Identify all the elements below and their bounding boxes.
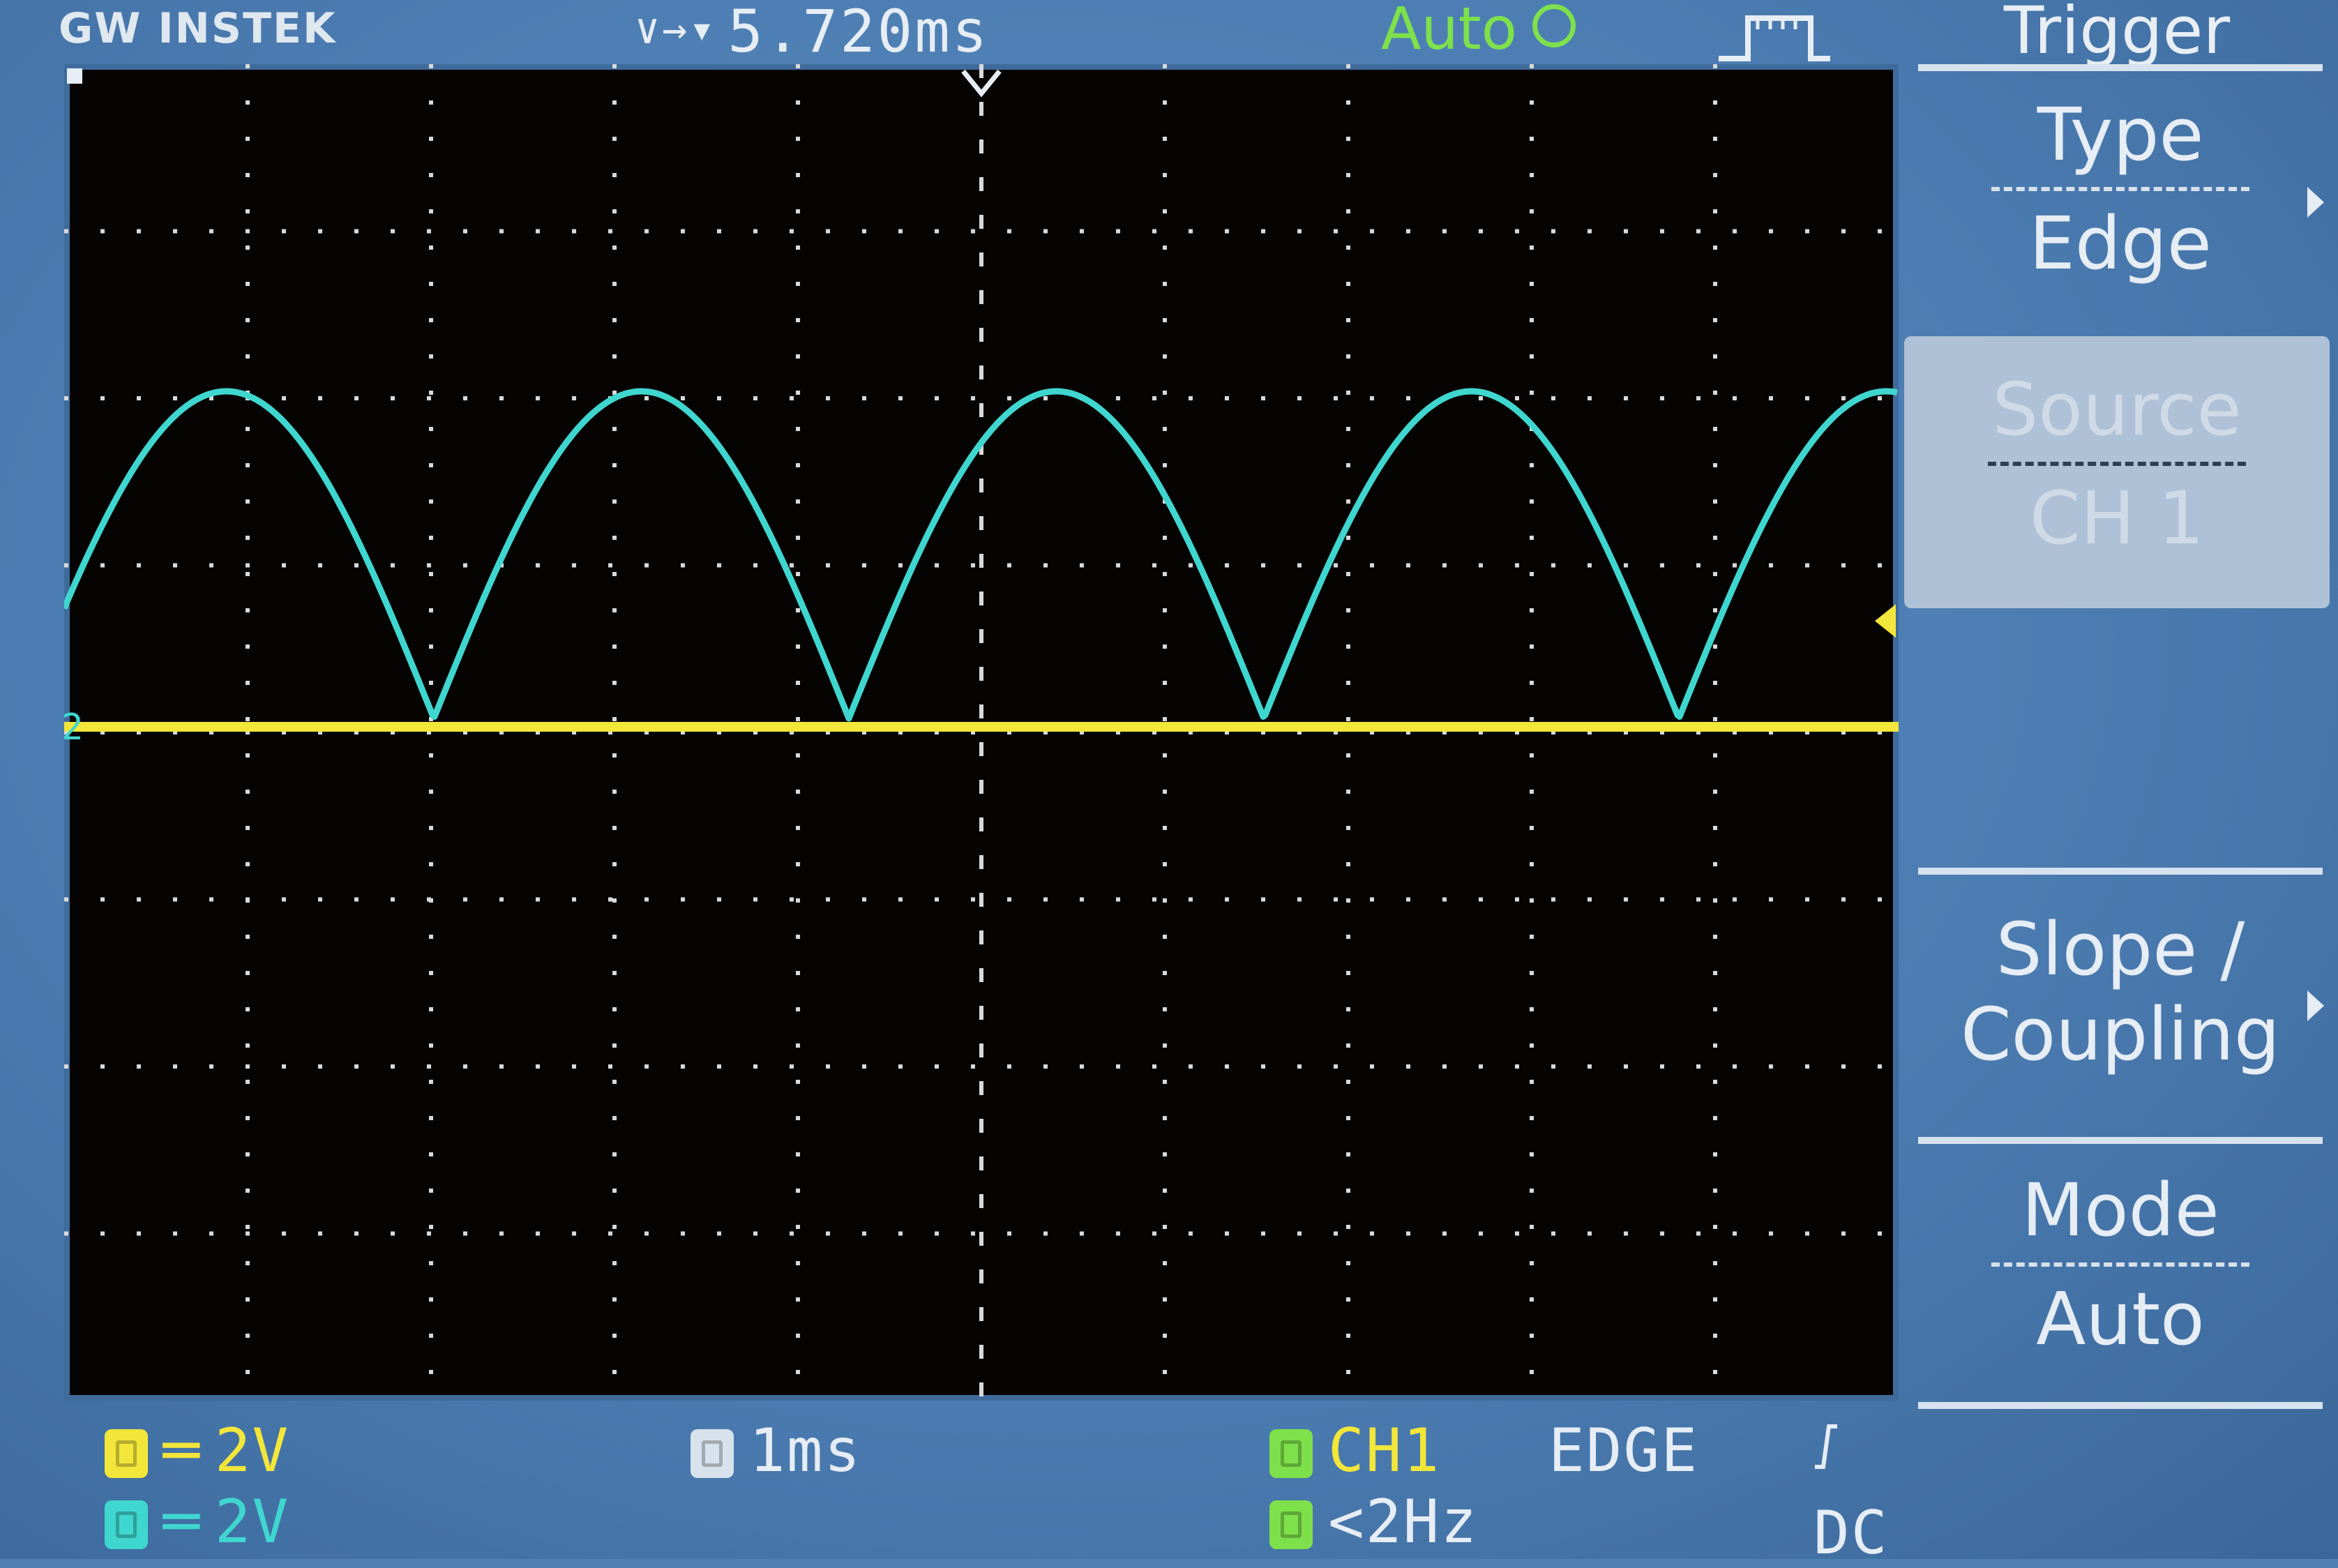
softkey-type-value: Edge xyxy=(2029,201,2212,286)
brand-logo: GW INSTEK xyxy=(59,4,337,53)
trigger-level-marker-icon xyxy=(1875,604,1896,638)
menu-divider xyxy=(1918,868,2323,875)
trigger-softkey-menu: Trigger Type Edge Source CH 1 Slope / Co… xyxy=(1904,0,2338,1559)
menu-divider xyxy=(1918,1402,2323,1409)
horizontal-position-readout: ∨→▾ 5.720ms xyxy=(635,0,989,66)
timebase-value: 1ms xyxy=(749,1416,862,1486)
ch1-coupling-symbol: ═ xyxy=(163,1416,201,1486)
trigger-status: Auto xyxy=(1381,0,1576,63)
ch2-ground-marker: 2 xyxy=(64,707,83,748)
softkey-coupling-label: Coupling xyxy=(1961,992,2280,1077)
frequency-badge-icon xyxy=(1269,1500,1313,1549)
trigger-source: CH1 xyxy=(1328,1416,1441,1486)
softkey-source-label: Source xyxy=(1992,367,2242,452)
trigger-status-label: Auto xyxy=(1381,0,1518,63)
memory-bar-marker-icon xyxy=(67,68,82,84)
trigger-type-readout: EDGE xyxy=(1548,1416,1699,1486)
bottom-info-bar: ═ 2V ═ 2V 1ms CH1 EDGE DC <2Hz xyxy=(0,1409,1911,1568)
ch1-badge-icon xyxy=(105,1429,148,1478)
softkey-source[interactable]: Source CH 1 xyxy=(1904,336,2330,608)
waveform-display: 2 xyxy=(64,64,1899,1401)
top-status-bar: GW INSTEK ∨→▾ 5.720ms Auto xyxy=(0,0,1897,66)
trigger-slope-coupling-readout: DC xyxy=(1813,1416,1911,1568)
trigger-frequency: <2Hz xyxy=(1328,1487,1479,1557)
ch2-coupling-symbol: ═ xyxy=(163,1487,201,1557)
ch1-scale-readout: ═ 2V xyxy=(105,1416,289,1486)
trigger-edge-pulse-icon xyxy=(1719,15,1830,61)
timebase-readout: 1ms xyxy=(691,1416,861,1486)
ch2-badge-icon xyxy=(105,1500,148,1549)
ch1-scale: 2V xyxy=(214,1416,290,1486)
trigger-coupling: DC xyxy=(1813,1498,1889,1568)
trigger-frequency-readout: <2Hz xyxy=(1269,1487,1478,1557)
softkey-type-label: Type xyxy=(2037,92,2204,177)
menu-divider xyxy=(1918,1137,2323,1144)
horizontal-position-arrows-icon: ∨→▾ xyxy=(635,5,717,54)
softkey-mode-value: Auto xyxy=(2036,1276,2205,1362)
softkey-mode-label: Mode xyxy=(2021,1168,2219,1253)
submenu-arrow-icon xyxy=(2307,187,2324,218)
softkey-slope-coupling[interactable]: Slope / Coupling xyxy=(1911,907,2330,1116)
rising-edge-slope-icon xyxy=(1813,1416,1839,1486)
waveform-canvas: 2 xyxy=(64,64,1899,1401)
softkey-type[interactable]: Type Edge xyxy=(1911,82,2330,319)
softkey-mode[interactable]: Mode Auto xyxy=(1911,1158,2330,1395)
timebase-badge-icon xyxy=(691,1429,734,1478)
menu-divider xyxy=(1918,64,2323,71)
ch2-scale: 2V xyxy=(214,1487,290,1557)
trigger-badge-icon xyxy=(1269,1429,1313,1478)
trigger-source-readout: CH1 xyxy=(1269,1416,1440,1486)
menu-title: Trigger xyxy=(2003,0,2231,69)
submenu-arrow-icon xyxy=(2307,990,2324,1021)
softkey-source-value: CH 1 xyxy=(2029,476,2205,561)
ch2-scale-readout: ═ 2V xyxy=(105,1487,289,1557)
horizontal-position-value: 5.720ms xyxy=(727,0,990,66)
softkey-slope-label: Slope / xyxy=(1996,907,2245,992)
trigger-status-circle-icon xyxy=(1532,4,1576,47)
